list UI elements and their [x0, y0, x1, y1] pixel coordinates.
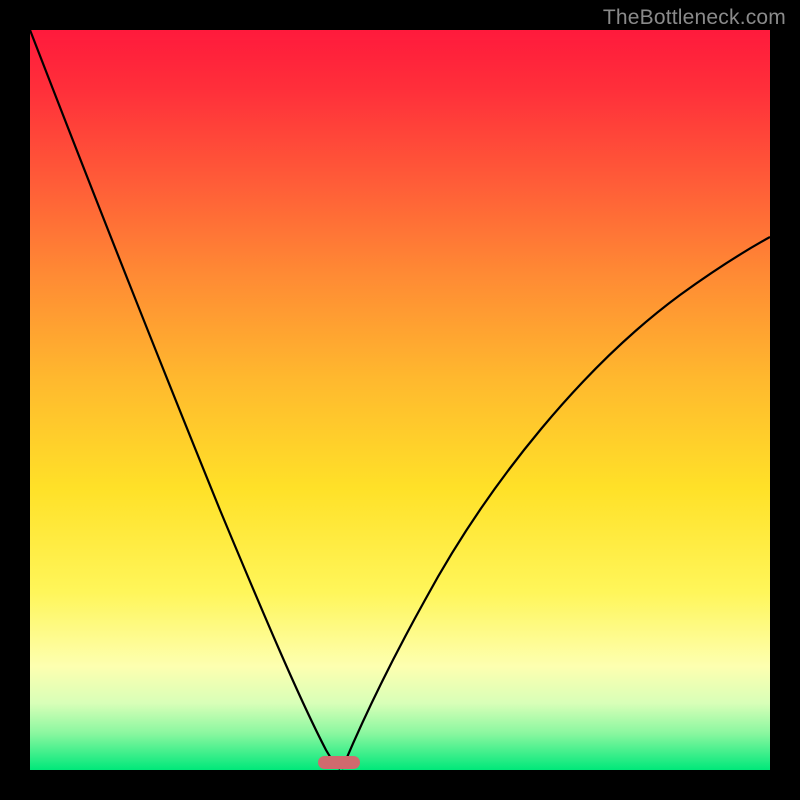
watermark-label: TheBottleneck.com — [603, 6, 786, 30]
cusp-marker — [318, 756, 360, 769]
curve-left-branch — [30, 30, 340, 769]
curve-svg — [30, 30, 770, 770]
chart-frame: TheBottleneck.com — [0, 0, 800, 800]
curve-right-branch — [342, 237, 770, 769]
plot-area — [30, 30, 770, 770]
